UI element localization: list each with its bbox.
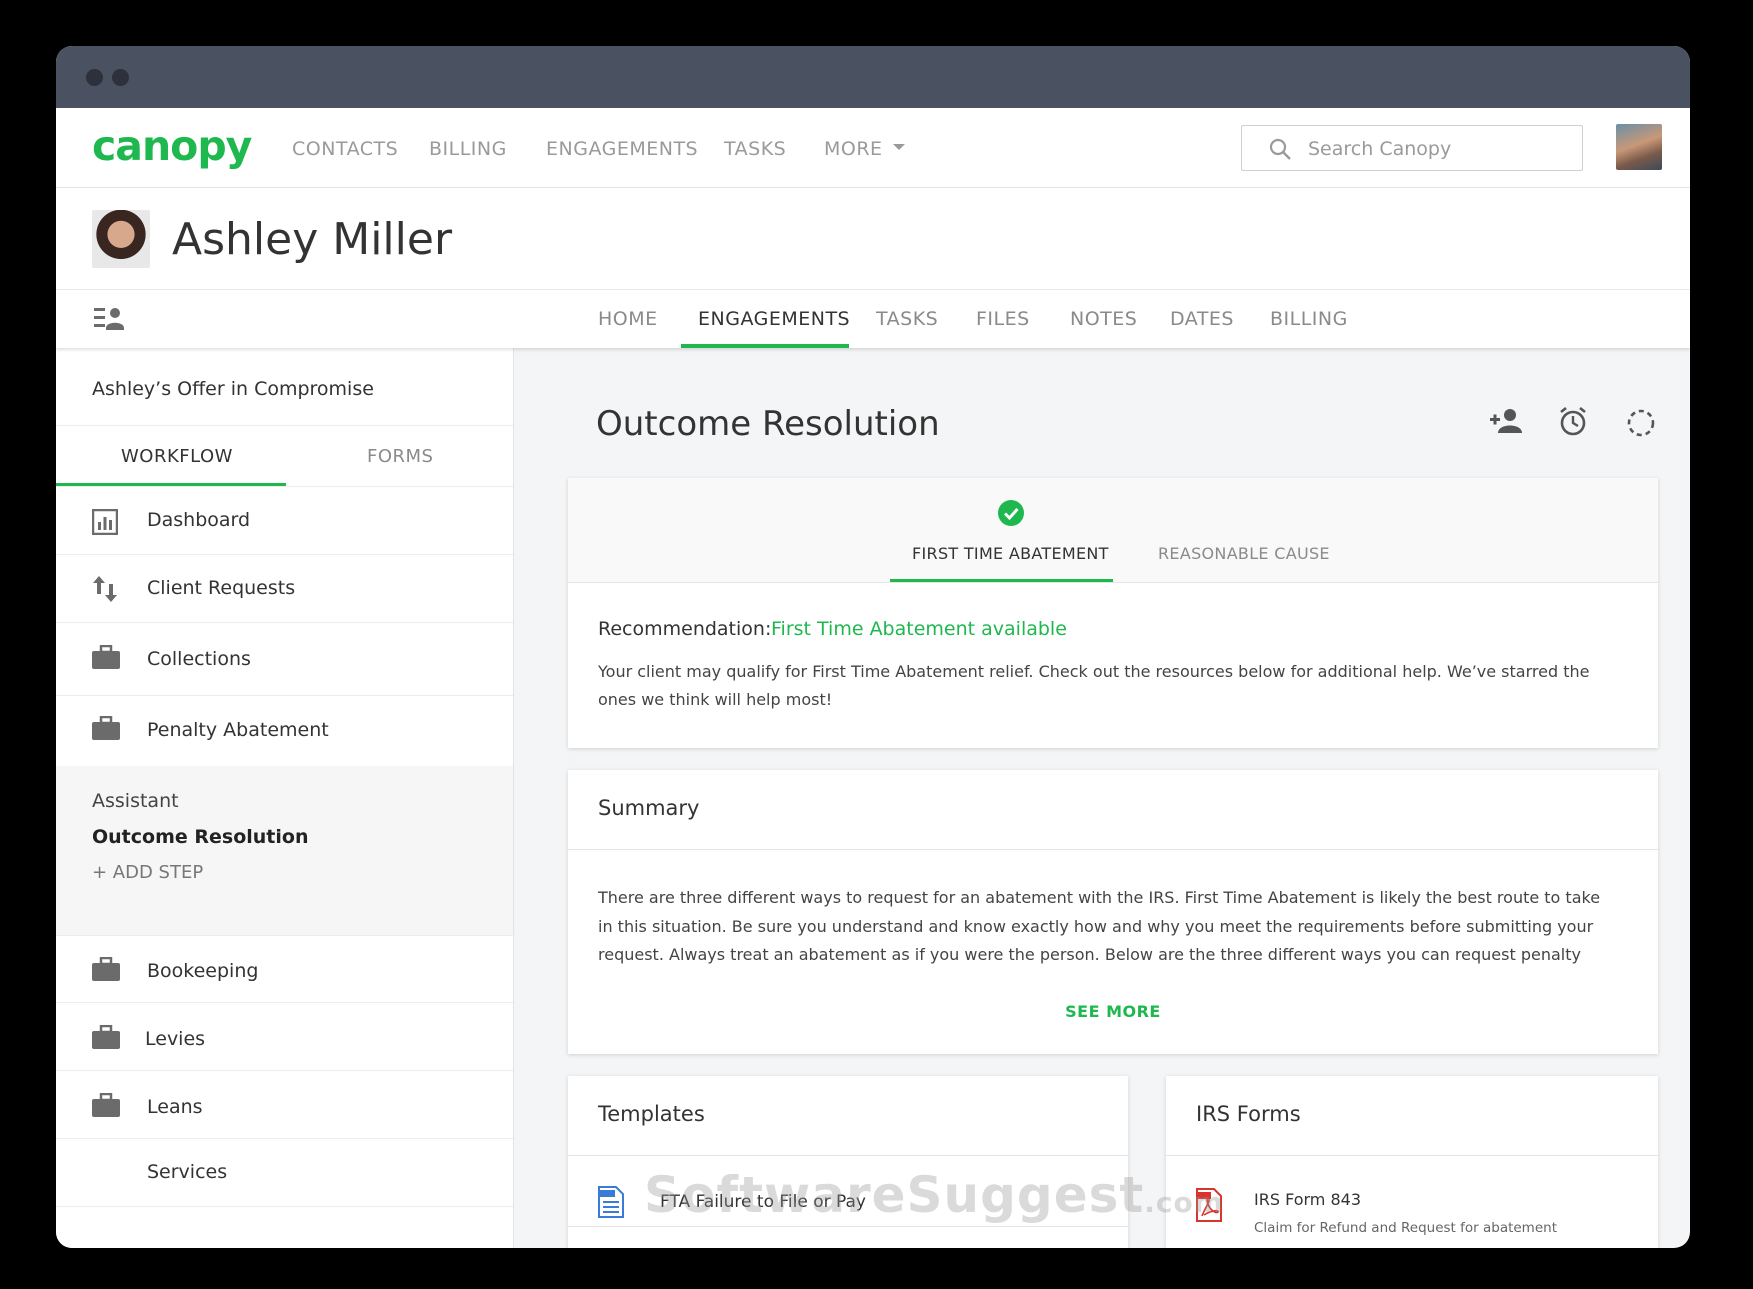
active-tab-indicator bbox=[681, 344, 849, 348]
sidebar-item-bookeeping[interactable]: Bookeeping bbox=[56, 936, 513, 1003]
sidebar-item-label: Penalty Abatement bbox=[147, 719, 329, 741]
sidebar-item-dashboard[interactable]: Dashboard bbox=[56, 487, 513, 555]
search-icon bbox=[1269, 138, 1291, 160]
workflow-sidebar: Ashley’s Offer in Compromise WORKFLOW FO… bbox=[56, 348, 514, 1248]
client-tabs: HOME ENGAGEMENTS TASKS FILES NOTES DATES… bbox=[56, 290, 1690, 348]
nav-tasks[interactable]: TASKS bbox=[724, 138, 786, 160]
client-avatar bbox=[92, 210, 150, 268]
irs-form-item[interactable]: IRS Form 843 bbox=[1254, 1190, 1361, 1209]
tab-forms[interactable]: FORMS bbox=[367, 446, 433, 467]
sidebar-item-penalty-abatement[interactable]: Penalty Abatement bbox=[56, 696, 513, 766]
briefcase-icon bbox=[92, 645, 120, 669]
chevron-down-icon bbox=[892, 143, 905, 150]
templates-title: Templates bbox=[598, 1102, 705, 1126]
sidebar-item-label: Bookeeping bbox=[147, 960, 259, 982]
top-nav: canopy CONTACTS BILLING ENGAGEMENTS TASK… bbox=[56, 108, 1690, 188]
add-step-button[interactable]: + ADD STEP bbox=[92, 862, 203, 883]
doc-file-icon bbox=[598, 1186, 624, 1218]
search-input[interactable]: Search Canopy bbox=[1241, 125, 1583, 171]
sidebar-item-label: Collections bbox=[147, 648, 251, 670]
tab-billing[interactable]: BILLING bbox=[1270, 308, 1348, 330]
tab-workflow[interactable]: WORKFLOW bbox=[121, 446, 233, 467]
canopy-logo[interactable]: canopy bbox=[92, 122, 252, 170]
add-person-icon[interactable] bbox=[1490, 408, 1522, 434]
nav-engagements[interactable]: ENGAGEMENTS bbox=[546, 138, 698, 160]
tab-dates[interactable]: DATES bbox=[1170, 308, 1234, 330]
chart-icon bbox=[92, 509, 118, 535]
nav-contacts[interactable]: CONTACTS bbox=[292, 138, 398, 160]
tab-first-time-abatement[interactable]: FIRST TIME ABATEMENT bbox=[912, 544, 1109, 563]
window-close-dot[interactable] bbox=[86, 69, 103, 86]
client-list-icon[interactable] bbox=[94, 306, 126, 332]
softwaresuggest-watermark: SoftwareSuggest.com bbox=[644, 1166, 1224, 1224]
sidebar-item-collections[interactable]: Collections bbox=[56, 623, 513, 696]
search-placeholder: Search Canopy bbox=[1308, 138, 1452, 160]
sidebar-item-label: Dashboard bbox=[147, 509, 251, 531]
sidebar-item-client-requests[interactable]: Client Requests bbox=[56, 555, 513, 623]
page-title: Outcome Resolution bbox=[596, 404, 940, 444]
watermark-suffix: .com bbox=[1144, 1186, 1224, 1219]
briefcase-icon bbox=[92, 1025, 120, 1049]
sidebar-item-levies[interactable]: Levies bbox=[56, 1003, 513, 1071]
step-assistant[interactable]: Assistant bbox=[92, 790, 179, 812]
step-outcome-resolution[interactable]: Outcome Resolution bbox=[92, 826, 308, 848]
recommendation-label: Recommendation: bbox=[598, 618, 772, 640]
status-circle-icon[interactable] bbox=[1626, 408, 1656, 438]
user-avatar[interactable] bbox=[1616, 124, 1662, 170]
sidebar-item-leans[interactable]: Leans bbox=[56, 1071, 513, 1139]
sidebar-item-label: Levies bbox=[145, 1028, 206, 1050]
irs-forms-title: IRS Forms bbox=[1196, 1102, 1301, 1126]
check-circle-icon bbox=[998, 500, 1024, 526]
tab-notes[interactable]: NOTES bbox=[1070, 308, 1137, 330]
window-minimize-dot[interactable] bbox=[112, 69, 129, 86]
summary-body: There are three different ways to reques… bbox=[598, 888, 1601, 964]
sidebar-tab-indicator bbox=[56, 483, 286, 486]
tab-home[interactable]: HOME bbox=[598, 308, 658, 330]
recommendation-value: First Time Abatement available bbox=[771, 618, 1067, 640]
client-name: Ashley Miller bbox=[172, 214, 453, 265]
sidebar-item-label: Services bbox=[147, 1161, 228, 1183]
sidebar-item-label: Leans bbox=[147, 1096, 203, 1118]
tab-tasks[interactable]: TASKS bbox=[876, 308, 938, 330]
alarm-clock-icon[interactable] bbox=[1558, 406, 1588, 436]
summary-card: Summary There are three different ways t… bbox=[568, 770, 1658, 1054]
summary-title: Summary bbox=[598, 796, 700, 820]
abatement-tabs: FIRST TIME ABATEMENT REASONABLE CAUSE bbox=[568, 478, 1658, 583]
client-header: Ashley Miller bbox=[56, 188, 1690, 290]
irs-forms-header: IRS Forms bbox=[1166, 1076, 1658, 1156]
penalty-abatement-steps: Assistant Outcome Resolution + ADD STEP bbox=[56, 766, 513, 936]
watermark-main: SoftwareSuggest bbox=[644, 1166, 1145, 1224]
app-window: canopy CONTACTS BILLING ENGAGEMENTS TASK… bbox=[56, 46, 1690, 1248]
engagement-title: Ashley’s Offer in Compromise bbox=[92, 378, 374, 400]
irs-forms-card: IRS Forms IRS Form 843 Claim for Refund … bbox=[1166, 1076, 1658, 1248]
irs-form-description: Claim for Refund and Request for abateme… bbox=[1254, 1220, 1557, 1236]
summary-header: Summary bbox=[568, 770, 1658, 850]
window-titlebar bbox=[56, 46, 1690, 108]
divider bbox=[568, 1226, 1128, 1227]
see-more-link[interactable]: SEE MORE bbox=[568, 1002, 1658, 1021]
tab-files[interactable]: FILES bbox=[976, 308, 1030, 330]
nav-billing[interactable]: BILLING bbox=[429, 138, 507, 160]
recommendation-body: Your client may qualify for First Time A… bbox=[598, 662, 1590, 709]
tab-engagements[interactable]: ENGAGEMENTS bbox=[698, 308, 850, 330]
sidebar-item-label: Client Requests bbox=[147, 577, 296, 599]
briefcase-icon bbox=[92, 716, 120, 740]
tab-reasonable-cause[interactable]: REASONABLE CAUSE bbox=[1158, 544, 1330, 563]
briefcase-icon bbox=[92, 1093, 120, 1117]
abatement-tab-indicator bbox=[890, 579, 1113, 582]
nav-more[interactable]: MORE bbox=[824, 138, 905, 160]
sidebar-item-services[interactable]: Services bbox=[56, 1139, 513, 1207]
nav-more-label: MORE bbox=[824, 138, 883, 160]
sidebar-tabs: WORKFLOW FORMS bbox=[56, 425, 513, 487]
briefcase-icon bbox=[92, 957, 120, 981]
recommendation-card: FIRST TIME ABATEMENT REASONABLE CAUSE Re… bbox=[568, 478, 1658, 748]
swap-arrows-icon bbox=[93, 576, 117, 602]
templates-header: Templates bbox=[568, 1076, 1128, 1156]
